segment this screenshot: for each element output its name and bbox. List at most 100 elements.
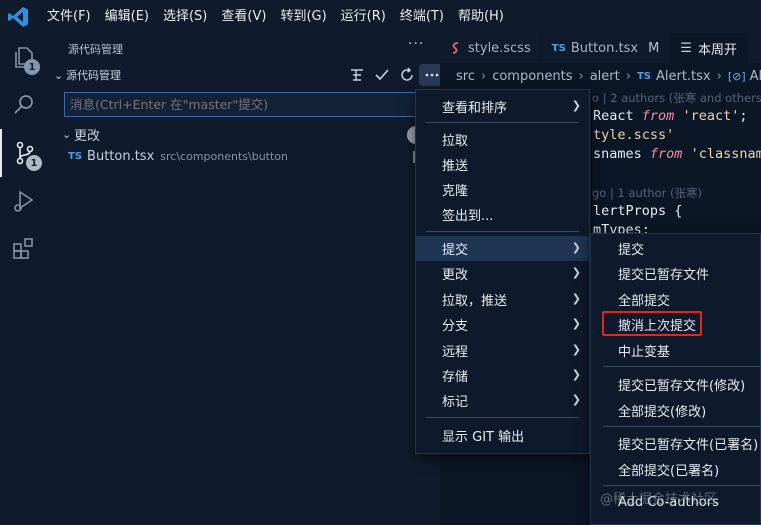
source-control-button[interactable]: 1 [0,129,48,177]
chevron-down-icon: ⌄ [62,128,72,141]
menu-file[interactable]: 文件(F) [40,0,98,33]
menu-separator [426,122,579,123]
scm-more-actions-menu: 查看和排序 ❯ 拉取 推送 克隆 签出到... 提交 ❯ 更改 ❯ 拉取，推送 … [415,89,590,454]
submenu-item-commit-all-amend[interactable]: 全部提交(修改) [591,398,760,423]
menu-item-label: 推送 [442,159,469,174]
menu-selection[interactable]: 选择(S) [156,0,214,33]
search-button[interactable] [0,81,48,129]
chevron-right-icon: ❯ [571,368,581,381]
refresh-button[interactable] [394,64,419,86]
changes-group-header[interactable]: ⌄ 更改 [62,125,100,144]
menu-item-label: 提交已暂存文件(已署名) [618,438,759,453]
chevron-right-icon: › [716,68,722,84]
commit-check-button[interactable] [369,64,394,86]
breadcrumb-symbol[interactable]: Alert [750,69,761,84]
menu-help[interactable]: 帮助(H) [451,0,511,33]
changed-file-row[interactable]: TS Button.tsx src\components\button [68,149,288,164]
submenu-item-commit-staged-signed[interactable]: 提交已暂存文件(已署名) [591,431,760,456]
submenu-item-commit-all-signed[interactable]: 全部提交(已署名) [591,457,760,482]
symbol-icon: [⊘] [727,69,746,83]
menu-item-label: 签出到... [442,209,494,224]
extensions-button[interactable] [0,225,48,273]
submenu-item-abort-rebase[interactable]: 中止变基 [591,338,760,363]
tab-weekly[interactable]: ☰ 本周开 [670,33,748,63]
code-string: tyle.scss' [593,127,675,143]
run-debug-icon [14,190,34,212]
chevron-right-icon: ❯ [571,241,581,254]
title-bar: 文件(F) 编辑(E) 选择(S) 查看(V) 转到(G) 运行(R) 终端(T… [0,0,761,33]
menu-item-label: 撤消上次提交 [618,319,697,334]
code-token: lertProps { [593,203,683,219]
typescript-icon: TS [551,42,566,54]
code-line: snames from 'classname [593,146,761,165]
menu-item-remote[interactable]: 远程 ❯ [416,338,589,363]
chevron-right-icon: ❯ [571,99,581,112]
extensions-icon [13,238,33,259]
submenu-item-commit-staged[interactable]: 提交已暂存文件 [591,261,760,286]
scm-badge: 1 [26,155,42,171]
submenu-item-commit-all[interactable]: 全部提交 [591,287,760,312]
tab-style-scss[interactable]: style.scss [440,33,542,63]
menu-item-label: 分支 [442,319,469,334]
menu-item-pull[interactable]: 拉取 [416,127,589,152]
submenu-item-undo-last-commit[interactable]: 撤消上次提交 [591,312,760,337]
explorer-button[interactable]: 1 [0,33,48,81]
vscode-logo-icon [8,6,28,27]
menu-item-label: 拉取 [442,134,469,149]
menu-run[interactable]: 运行(R) [334,0,393,33]
tab-label: Button.tsx [570,40,639,56]
ellipsis-icon [425,73,438,77]
menu-item-checkout[interactable]: 签出到... [416,202,589,227]
tab-button-tsx[interactable]: TS Button.tsx M [542,33,671,63]
menu-item-changes[interactable]: 更改 ❯ [416,261,589,286]
blame-annotation: o | 2 authors (张寒 and others) [592,91,761,105]
menu-item-commit[interactable]: 提交 ❯ [416,236,589,261]
menu-item-show-git-output[interactable]: 显示 GIT 输出 [416,423,589,448]
breadcrumb-src[interactable]: src [456,69,475,84]
changes-label: 更改 [74,129,101,144]
menu-item-push[interactable]: 推送 [416,152,589,177]
menu-item-label: 提交已暂存文件(修改) [618,379,746,394]
commit-message-input[interactable] [64,92,434,117]
chevron-right-icon: › [480,68,487,84]
menu-view[interactable]: 查看(V) [214,0,273,33]
explorer-badge: 1 [24,59,40,75]
commit-submenu: 提交 提交已暂存文件 全部提交 撤消上次提交 中止变基 提交已暂存文件(修改) … [590,233,761,525]
chevron-right-icon: ❯ [571,266,581,279]
run-debug-button[interactable] [0,177,48,225]
code-line: tyle.scss' [593,127,674,146]
submenu-item-commit[interactable]: 提交 [591,236,760,261]
view-as-list-button[interactable] [344,64,369,86]
check-icon [374,69,389,81]
breadcrumb-alert[interactable]: alert [590,69,620,84]
code-keyword: from [649,146,683,162]
sidebar-more-button[interactable]: ··· [408,36,424,52]
code-string: 'classname [690,146,761,162]
tab-label: style.scss [468,40,531,56]
list-icon: ☰ [680,40,692,56]
menu-item-label: 全部提交(修改) [618,405,707,420]
menu-separator [426,417,579,418]
menu-item-label: 更改 [442,268,469,283]
menu-item-tags[interactable]: 标记 ❯ [416,388,589,413]
menu-edit[interactable]: 编辑(E) [98,0,156,33]
scm-section-header[interactable]: ⌄ 源代码管理 [54,67,121,83]
chevron-right-icon: › [625,68,631,84]
menu-item-label: 提交 [442,243,469,258]
breadcrumb-file[interactable]: Alert.tsx [656,69,711,84]
menu-item-label: 全部提交 [618,294,671,309]
menu-separator [426,231,579,232]
menu-item-pull-push[interactable]: 拉取，推送 ❯ [416,287,589,312]
menu-terminal[interactable]: 终端(T) [393,0,451,33]
submenu-item-commit-staged-amend[interactable]: 提交已暂存文件(修改) [591,372,760,397]
menu-item-clone[interactable]: 克隆 [416,177,589,202]
menu-go[interactable]: 转到(G) [273,0,333,33]
menu-item-stash[interactable]: 存储 ❯ [416,363,589,388]
menu-item-branch[interactable]: 分支 ❯ [416,312,589,337]
menu-item-label: 存储 [442,370,469,385]
code-token: snames [593,146,650,162]
menu-item-view-sort[interactable]: 查看和排序 ❯ [416,94,589,119]
breadcrumb-components[interactable]: components [492,69,572,84]
menu-item-label: 全部提交(已署名) [618,464,720,479]
chevron-right-icon: ❯ [571,393,581,406]
